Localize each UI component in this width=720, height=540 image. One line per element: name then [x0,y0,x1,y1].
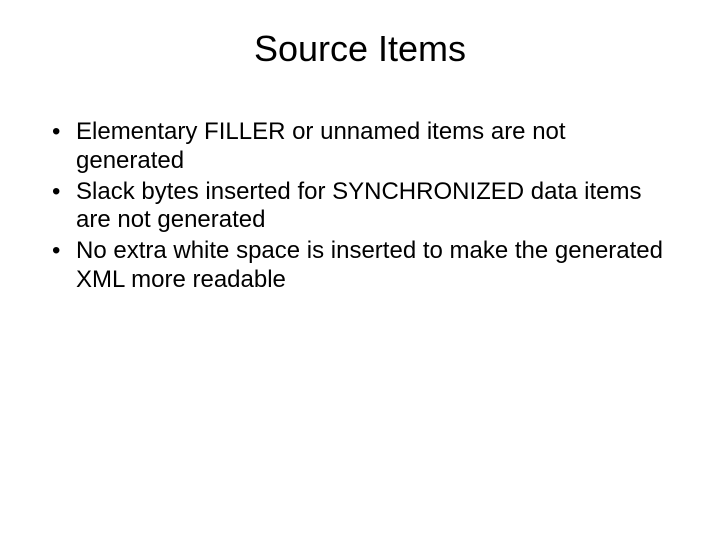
list-item: Elementary FILLER or unnamed items are n… [48,118,680,176]
slide-title: Source Items [40,28,680,70]
list-item: Slack bytes inserted for SYNCHRONIZED da… [48,178,680,236]
bullet-list: Elementary FILLER or unnamed items are n… [40,118,680,295]
list-item: No extra white space is inserted to make… [48,237,680,295]
